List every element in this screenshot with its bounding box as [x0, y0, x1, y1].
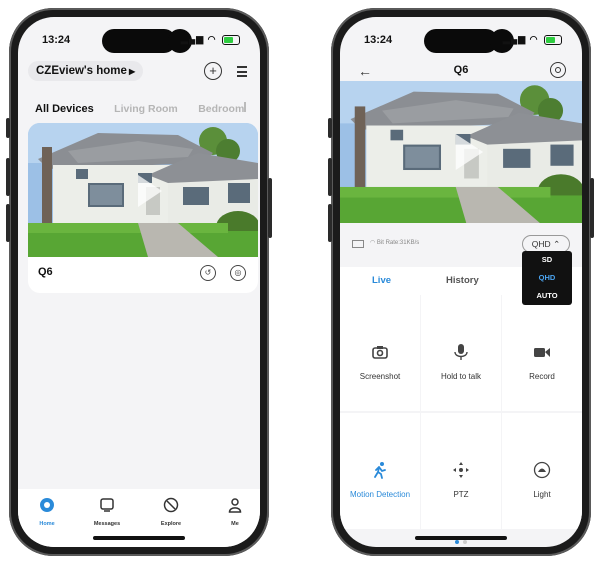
tab-living-room[interactable]: Living Room	[114, 103, 178, 115]
hold-to-talk-label: Hold to talk	[440, 372, 482, 381]
quality-option-sd[interactable]: SD	[522, 251, 572, 269]
person-icon	[228, 498, 242, 513]
nav-home[interactable]: Home	[22, 497, 72, 527]
record-button[interactable]: Record	[502, 295, 582, 411]
left-screen: 13:24 ▂▄▆ ◠ CZEview's home ▶ + All Device…	[18, 17, 260, 547]
page-title: Q6	[453, 64, 469, 76]
device-name: Q6	[38, 266, 53, 278]
status-bar: 13:24 ▂▄▆ ◠	[18, 17, 260, 57]
settings-gear-icon[interactable]	[550, 62, 566, 78]
quality-option-qhd[interactable]: QHD	[522, 269, 572, 287]
nav-messages[interactable]: Messages	[82, 497, 132, 527]
page-dot-1[interactable]	[455, 540, 459, 544]
battery-icon	[544, 34, 562, 45]
explore-icon	[163, 497, 179, 513]
dynamic-island	[424, 29, 498, 53]
ptz-dpad-icon	[453, 462, 469, 478]
tab-all-devices[interactable]: All Devices	[35, 103, 94, 115]
bitrate-readout: ◠ Bit Rate:31KB/s	[370, 240, 420, 246]
add-device-button[interactable]: +	[204, 62, 222, 80]
chevron-up-icon: ⌃	[553, 239, 561, 249]
light-button[interactable]: Light	[502, 413, 582, 529]
video-camera-icon	[534, 348, 550, 357]
running-person-icon	[374, 462, 386, 479]
dynamic-island	[102, 29, 176, 53]
menu-button[interactable]	[237, 66, 247, 80]
settings-gear-icon[interactable]: ◎	[230, 265, 246, 281]
status-time: 13:24	[42, 34, 71, 46]
live-video-view[interactable]	[340, 81, 582, 223]
system-status-icons: ▂▄▆ ◠	[503, 34, 562, 45]
home-name: CZEview's home	[36, 65, 127, 77]
microphone-icon	[454, 344, 468, 360]
room-tabs: All Devices Living Room Bedroom	[35, 99, 260, 119]
quality-option-auto[interactable]: AUTO	[522, 287, 572, 305]
right-phone: 13:24 ▂▄▆ ◠ ← Q6 ◠ Bit Rate:31KB/s QHD ⌃…	[328, 8, 594, 556]
ptz-button[interactable]: PTZ	[421, 413, 501, 529]
quality-dropdown: SD QHD AUTO	[522, 251, 572, 305]
motion-detection-button[interactable]: Motion Detection	[340, 413, 420, 529]
left-phone: 13:24 ▂▄▆ ◠ CZEview's home ▶ + All Device…	[6, 8, 272, 556]
plus-icon: +	[209, 63, 217, 78]
record-label: Record	[529, 372, 555, 381]
motion-detection-label: Motion Detection	[349, 490, 411, 499]
tab-history[interactable]: History	[446, 275, 479, 286]
controls-grid: Screenshot Hold to talk Record Motion De…	[340, 295, 582, 529]
page-dot-2[interactable]	[463, 540, 467, 544]
status-time: 13:24	[364, 34, 393, 46]
home-icon	[40, 498, 54, 512]
hold-to-talk-button[interactable]: Hold to talk	[421, 295, 501, 411]
nav-home-label: Home	[39, 521, 55, 527]
camera-icon	[372, 346, 388, 359]
home-indicator[interactable]	[415, 536, 507, 540]
status-bar: 13:24 ▂▄▆ ◠	[340, 17, 582, 57]
tab-scroll-indicator	[244, 102, 246, 112]
quality-value: QHD	[531, 239, 551, 249]
nav-messages-label: Messages	[93, 521, 121, 527]
caret-right-icon: ▶	[128, 67, 136, 76]
tab-bedroom[interactable]: Bedroom	[198, 103, 244, 115]
home-selector[interactable]: CZEview's home ▶	[28, 61, 144, 81]
right-screen: 13:24 ▂▄▆ ◠ ← Q6 ◠ Bit Rate:31KB/s QHD ⌃…	[340, 17, 582, 547]
nav-explore[interactable]: Explore	[146, 497, 196, 527]
ptz-label: PTZ	[453, 490, 469, 499]
light-label: Light	[533, 490, 551, 499]
screenshot-button[interactable]: Screenshot	[340, 295, 420, 411]
sd-card-icon	[352, 240, 364, 248]
bitrate-text: Bit Rate:31KB/s	[376, 240, 420, 246]
nav-me[interactable]: Me	[210, 497, 260, 527]
screenshot-label: Screenshot	[359, 372, 401, 381]
tab-live[interactable]: Live	[372, 275, 391, 286]
light-icon	[533, 461, 551, 479]
messages-icon	[100, 498, 114, 512]
device-card[interactable]: Q6 ↺ ◎	[28, 123, 258, 293]
battery-icon	[222, 34, 240, 45]
camera-thumbnail[interactable]	[28, 123, 258, 257]
nav-explore-label: Explore	[160, 521, 182, 527]
playback-history-icon[interactable]: ↺	[200, 265, 216, 281]
nav-me-label: Me	[231, 521, 239, 527]
home-indicator[interactable]	[93, 536, 185, 540]
system-status-icons: ▂▄▆ ◠	[181, 34, 240, 45]
